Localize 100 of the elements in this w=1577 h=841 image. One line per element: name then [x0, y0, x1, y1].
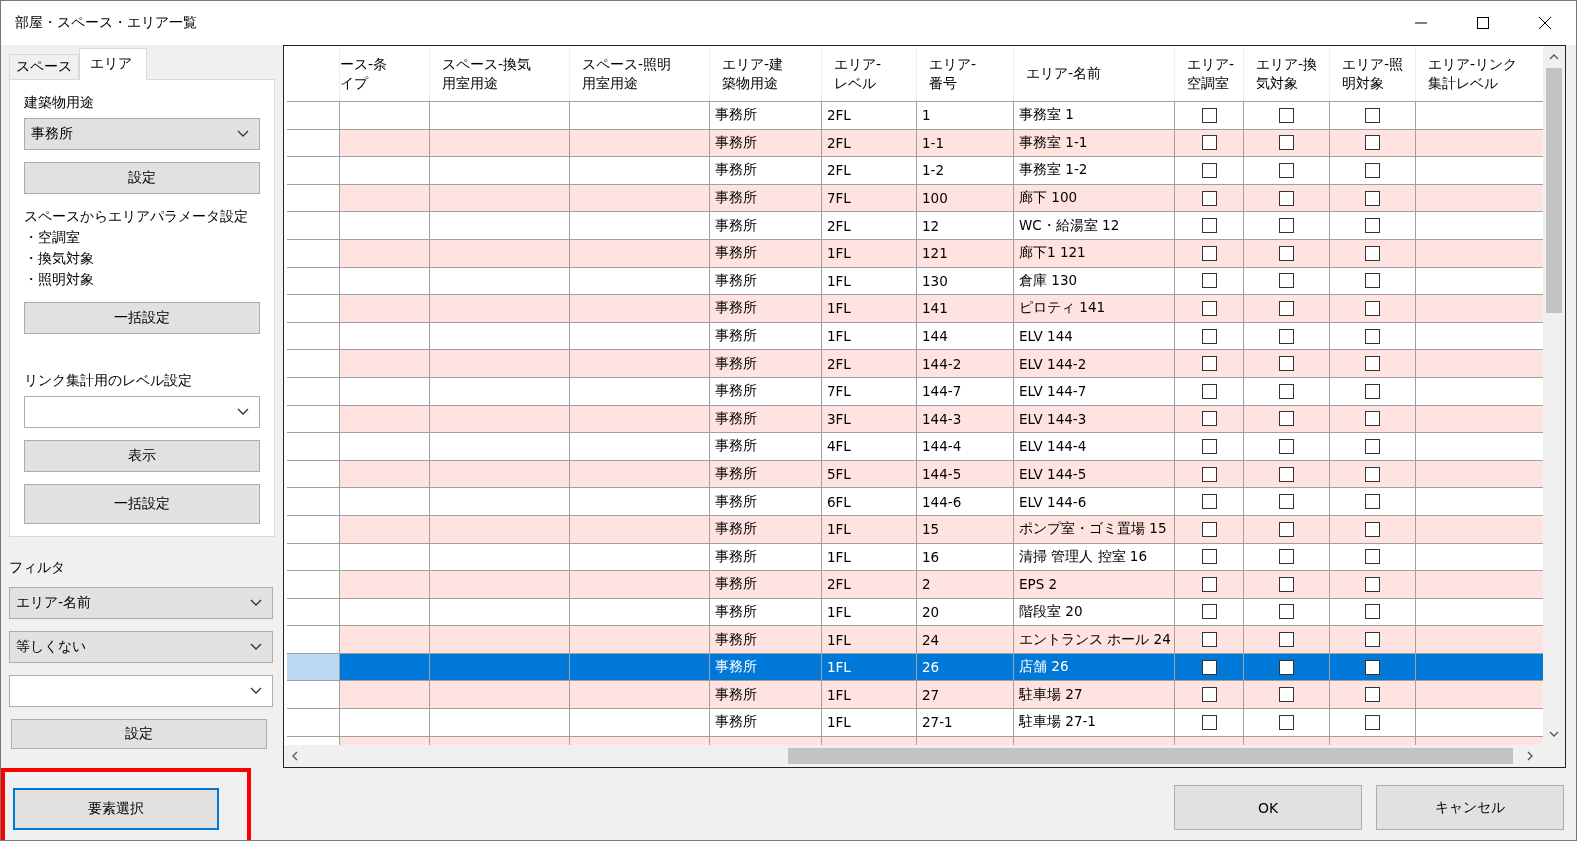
- checkbox[interactable]: [1201, 190, 1217, 206]
- table-row[interactable]: 事務所 7FL 144-7 ELV 144-7: [287, 377, 1543, 406]
- checkbox[interactable]: [1201, 383, 1217, 399]
- checkbox[interactable]: [1201, 163, 1217, 178]
- column-header[interactable]: スペース-照明用室用途: [570, 46, 710, 101]
- checkbox[interactable]: [1365, 466, 1380, 482]
- bulk-set-button[interactable]: 一括設定: [24, 302, 260, 334]
- checkbox[interactable]: [1279, 438, 1294, 454]
- table-row[interactable]: 事務所 1FL 144 ELV 144: [287, 322, 1543, 351]
- checkbox[interactable]: [1201, 411, 1217, 427]
- element-select-button[interactable]: 要素選択: [13, 788, 219, 830]
- checkbox[interactable]: [1365, 632, 1380, 648]
- checkbox[interactable]: [1201, 494, 1217, 510]
- checkbox[interactable]: [1279, 576, 1294, 592]
- bulk-set-button[interactable]: 一括設定: [24, 484, 260, 524]
- checkbox[interactable]: [1365, 576, 1380, 592]
- table-row[interactable]: 事務所 1FL 26 店舗 26: [287, 653, 1543, 682]
- checkbox[interactable]: [1365, 300, 1380, 316]
- checkbox[interactable]: [1201, 135, 1217, 151]
- table-row[interactable]: 事務所 3FL 144-3 ELV 144-3: [287, 405, 1543, 434]
- checkbox[interactable]: [1201, 549, 1217, 565]
- table-row[interactable]: 事務所 2FL 144-2 ELV 144-2: [287, 350, 1543, 378]
- table-row[interactable]: 事務所 1FL 20 階段室 20: [287, 598, 1543, 627]
- checkbox[interactable]: [1279, 714, 1294, 730]
- table-row[interactable]: 事務所 1FL 16 清掃 管理人 控室 16: [287, 543, 1543, 572]
- checkbox[interactable]: [1279, 549, 1294, 565]
- checkbox[interactable]: [1365, 163, 1380, 178]
- dialog-button[interactable]: キャンセル: [1376, 785, 1564, 830]
- checkbox[interactable]: [1201, 466, 1217, 482]
- scroll-right-icon[interactable]: [1527, 751, 1533, 761]
- column-header[interactable]: エリア-照明対象: [1330, 46, 1416, 101]
- checkbox[interactable]: [1279, 135, 1294, 151]
- table-row[interactable]: 事務所 7FL 100 廊下 100: [287, 184, 1543, 213]
- checkbox[interactable]: [1201, 273, 1217, 289]
- checkbox[interactable]: [1279, 190, 1294, 206]
- horizontal-scrollbar[interactable]: [284, 745, 1565, 767]
- checkbox[interactable]: [1201, 659, 1217, 675]
- tab[interactable]: スペース: [9, 54, 79, 79]
- maximize-icon[interactable]: [1476, 16, 1490, 30]
- table-row[interactable]: 事務所 5FL 144-5 ELV 144-5: [287, 460, 1543, 489]
- checkbox[interactable]: [1365, 107, 1380, 123]
- table-row[interactable]: 事務所 1FL 141 ピロティ 141: [287, 295, 1543, 323]
- checkbox[interactable]: [1365, 604, 1380, 620]
- table-row[interactable]: 事務所 2FL 1-2 事務室 1-2: [287, 157, 1543, 185]
- checkbox[interactable]: [1365, 411, 1380, 427]
- checkbox[interactable]: [1279, 273, 1294, 289]
- checkbox[interactable]: [1201, 632, 1217, 648]
- column-header[interactable]: ース-条イプ: [340, 46, 430, 101]
- filter-condition-dropdown[interactable]: 等しくない: [9, 631, 273, 663]
- scroll-thumb[interactable]: [788, 748, 1513, 764]
- checkbox[interactable]: [1279, 245, 1294, 261]
- dialog-button[interactable]: OK: [1174, 785, 1362, 830]
- checkbox[interactable]: [1279, 383, 1294, 399]
- checkbox[interactable]: [1365, 549, 1380, 565]
- column-header[interactable]: エリア-建築物用途: [710, 46, 822, 101]
- checkbox[interactable]: [1201, 714, 1217, 730]
- scroll-down-icon[interactable]: [1549, 731, 1559, 737]
- checkbox[interactable]: [1365, 356, 1380, 372]
- table-row[interactable]: 事務所 6FL 144-6 ELV 144-6: [287, 488, 1543, 516]
- checkbox[interactable]: [1279, 494, 1294, 510]
- column-header[interactable]: エリア-番号: [917, 46, 1014, 101]
- checkbox[interactable]: [1365, 438, 1380, 454]
- checkbox[interactable]: [1279, 632, 1294, 648]
- checkbox[interactable]: [1365, 714, 1380, 730]
- scroll-up-icon[interactable]: [1549, 54, 1559, 60]
- checkbox[interactable]: [1279, 300, 1294, 316]
- checkbox[interactable]: [1365, 521, 1380, 537]
- checkbox[interactable]: [1365, 494, 1380, 510]
- column-header[interactable]: エリア-空調室: [1175, 46, 1244, 101]
- set-button[interactable]: 設定: [24, 162, 260, 194]
- checkbox[interactable]: [1201, 687, 1217, 703]
- checkbox[interactable]: [1279, 521, 1294, 537]
- table-row[interactable]: 事務所 4FL 144-4 ELV 144-4: [287, 433, 1543, 461]
- close-icon[interactable]: [1538, 16, 1552, 30]
- vertical-scrollbar[interactable]: [1543, 46, 1565, 745]
- checkbox[interactable]: [1279, 411, 1294, 427]
- scroll-left-icon[interactable]: [292, 751, 298, 761]
- checkbox[interactable]: [1201, 604, 1217, 620]
- checkbox[interactable]: [1201, 576, 1217, 592]
- checkbox[interactable]: [1279, 659, 1294, 675]
- checkbox[interactable]: [1201, 438, 1217, 454]
- checkbox[interactable]: [1365, 328, 1380, 344]
- checkbox[interactable]: [1201, 245, 1217, 261]
- building-use-dropdown[interactable]: 事務所: [24, 118, 260, 150]
- table-row[interactable]: 事務所 2FL 2 EPS 2: [287, 571, 1543, 599]
- tab[interactable]: エリア: [79, 48, 147, 80]
- checkbox[interactable]: [1279, 328, 1294, 344]
- column-header[interactable]: スペース-換気用室用途: [430, 46, 570, 101]
- checkbox[interactable]: [1279, 687, 1294, 703]
- checkbox[interactable]: [1201, 521, 1217, 537]
- checkbox[interactable]: [1201, 328, 1217, 344]
- table-row[interactable]: 事務所 1FL 27-1 駐車場 27-1: [287, 709, 1543, 737]
- scroll-thumb[interactable]: [1546, 68, 1562, 313]
- table-row[interactable]: 事務所 1FL 27 駐車場 27: [287, 681, 1543, 710]
- checkbox[interactable]: [1279, 466, 1294, 482]
- table-row[interactable]: 事務所 1FL 15 ポンプ室・ゴミ置場 15: [287, 515, 1543, 544]
- show-button[interactable]: 表示: [24, 440, 260, 472]
- checkbox[interactable]: [1201, 300, 1217, 316]
- table-row[interactable]: 事務所 2FL 1-1 事務室 1-1: [287, 129, 1543, 158]
- checkbox[interactable]: [1279, 356, 1294, 372]
